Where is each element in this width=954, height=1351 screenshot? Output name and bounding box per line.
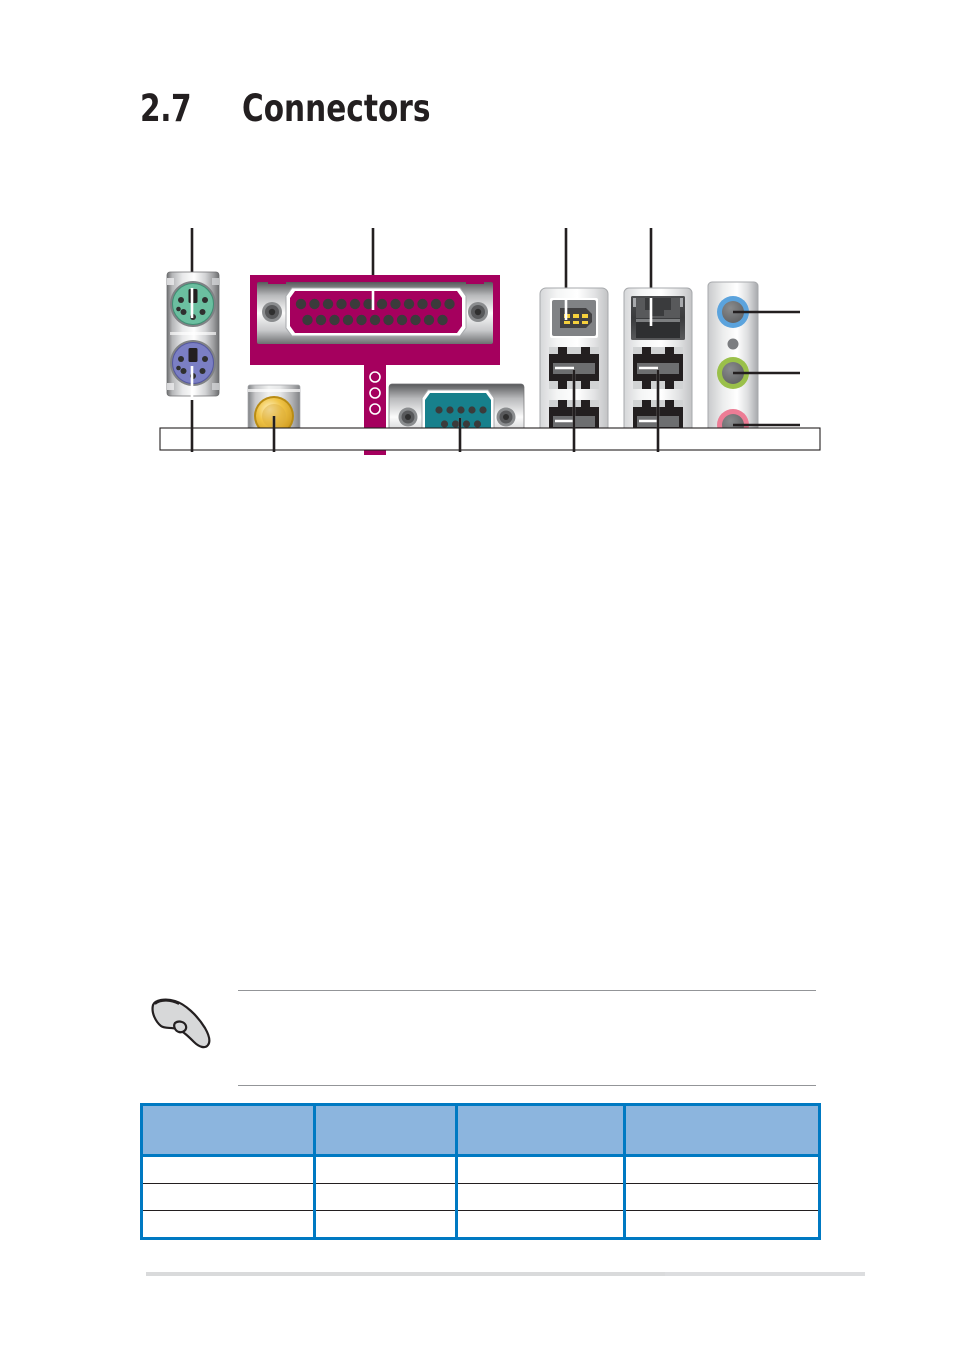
table-cell: [141, 1210, 316, 1239]
table-cell: [624, 1183, 820, 1211]
table-cell: [456, 1210, 626, 1239]
table-cell: [456, 1183, 626, 1211]
table-header-cell-0: [141, 1104, 316, 1157]
table-row: [141, 1183, 820, 1211]
table-header-cell-1: [314, 1104, 458, 1157]
audio-port-configuration-table: [140, 1103, 821, 1240]
ieee-1394-port: [550, 298, 598, 338]
table-row: [141, 1155, 820, 1184]
table-cell: [625, 1211, 820, 1239]
section-title-text: Connectors: [242, 86, 431, 130]
section-number: 2.7: [140, 86, 192, 130]
footer-divider: [146, 1272, 665, 1276]
note-body: [238, 990, 816, 1086]
table-row: [141, 1210, 820, 1239]
audio-panel-indicator-dot: [727, 338, 739, 350]
table-cell: [141, 1183, 316, 1211]
rear-panel-connectors-figure: [140, 220, 840, 455]
table-cell: [141, 1155, 316, 1184]
table-header-row: [141, 1104, 820, 1157]
table-cell: [624, 1155, 820, 1184]
pointing-hand-icon: [151, 998, 211, 1049]
note-text: [238, 991, 816, 999]
table-header-cell-2: [456, 1104, 626, 1157]
footer-divider-right: [665, 1272, 865, 1276]
table-cell: [314, 1210, 458, 1239]
table-cell: [314, 1155, 458, 1184]
table-header-cell-3: [624, 1104, 820, 1157]
io-shield-baseplate: [159, 427, 821, 451]
lan-rj45-port: [631, 296, 685, 340]
table-cell: [456, 1155, 626, 1184]
note-callout: [140, 990, 820, 1090]
page-title: 2.7 Connectors: [140, 82, 840, 134]
table-cell: [314, 1183, 458, 1211]
